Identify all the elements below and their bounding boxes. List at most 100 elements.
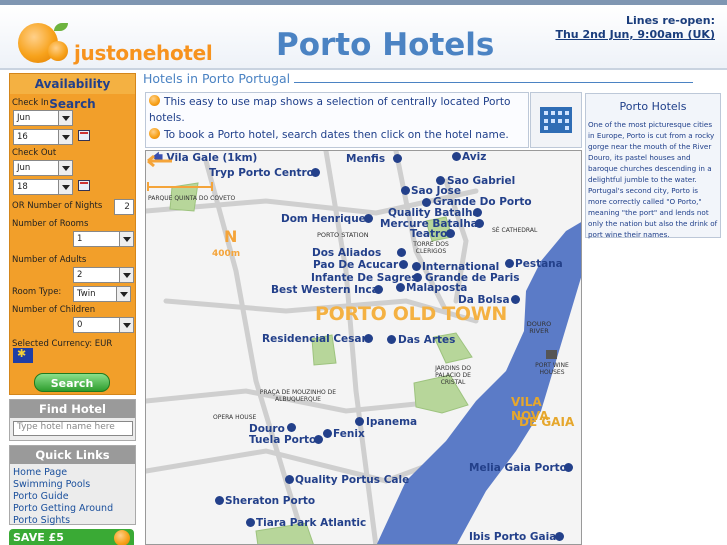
check-out-day-select[interactable]: 18 [13,179,73,195]
logo-text: justonehotel [74,41,213,65]
quick-link-getting-around[interactable]: Porto Getting Around [13,503,132,515]
hotel-quality-portus-cale[interactable]: Quality Portus Cale [295,474,409,486]
hotel-malaposta[interactable]: Malaposta [406,282,467,294]
availability-search-panel: Availability Search Check In Jun 16 Chec… [9,73,136,395]
chevron-down-icon [116,287,130,301]
hotel-das-artes[interactable]: Das Artes [398,334,455,346]
lines-notice: Lines re-open: Thu 2nd Jun, 9:00am (UK) [555,14,715,41]
room-type-label: Room Type: [12,287,62,297]
orange-small-icon [48,41,68,61]
promo-text: SAVE £5 [13,531,64,544]
hotel-melia-gaia-porto[interactable]: Melia Gaia Porto [469,462,567,474]
sidebar: Availability Search Check In Jun 16 Chec… [9,73,136,545]
hotel-marker[interactable] [475,219,484,228]
hotel-marker[interactable] [446,229,455,238]
quick-link-pools[interactable]: Swimming Pools [13,479,132,491]
nights-input[interactable]: 2 [114,199,134,215]
hotel-marker[interactable] [215,496,224,505]
hotel-menfis[interactable]: Menfis [346,153,385,165]
adults-label: Number of Adults [12,255,87,265]
hotel-marker[interactable] [355,417,364,426]
site-logo[interactable]: justonehotel [14,21,214,69]
place-parque-quinta: PARQUE QUINTA DO COVETO [148,195,236,202]
calendar-icon[interactable] [78,180,90,191]
leaf-icon [54,23,68,31]
hotel-tiara-park-atlantic[interactable]: Tiara Park Atlantic [256,517,366,529]
chevron-down-icon [119,232,133,246]
hotel-marker[interactable] [473,208,482,217]
info-text: One of the most picturesque cities in Eu… [588,120,718,239]
hotel-fenix[interactable]: Fenix [333,428,365,440]
chevron-down-icon [119,268,133,282]
find-hotel-panel: Find Hotel Type hotel name here [9,399,136,441]
old-town-label: PORTO OLD TOWN [315,303,507,325]
hotel-pao-de-acucar[interactable]: Pao De Acucar [313,259,398,271]
check-in-month-select[interactable]: Jun [13,110,73,126]
intro-line-2: To book a Porto hotel, search dates then… [164,129,509,141]
hotel-marker[interactable] [399,260,408,269]
quick-link-guide[interactable]: Porto Guide [13,491,132,503]
hotel-marker[interactable] [364,214,373,223]
hotel-marker[interactable] [374,285,383,294]
hotel-ibis-porto-gaia[interactable]: Ibis Porto Gaia [469,531,556,543]
hotel-marker[interactable] [397,248,406,257]
save-promo-banner[interactable]: SAVE £5 [9,529,134,545]
hotel-marker[interactable] [387,335,396,344]
hotel-marker[interactable] [452,152,461,161]
port-wine-icon [546,350,557,359]
check-in-day-select[interactable]: 16 [13,129,73,145]
hotel-name-input[interactable]: Type hotel name here [13,421,133,436]
hotel-marker[interactable] [246,518,255,527]
hotel-marker[interactable] [401,186,410,195]
hotel-residencial-cesar[interactable]: Residencial Cesar [262,333,367,345]
check-out-label: Check Out [12,148,57,158]
hotel-marker[interactable] [323,429,332,438]
hotel-marker[interactable] [285,475,294,484]
main-heading: Hotels in Porto Portugal [143,71,693,86]
hotel-best-western-inca[interactable]: Best Western Inca [271,284,379,296]
hotel-dos-aliados[interactable]: Dos Aliados [312,247,381,259]
orange-bullet-icon [149,95,160,106]
hotel-marker[interactable] [314,435,323,444]
hotel-marker[interactable] [311,168,320,177]
chevron-down-icon [58,130,72,144]
calendar-icon[interactable] [78,130,90,141]
hotel-tryp-porto-centro[interactable]: Tryp Porto Centro [209,167,314,179]
hotel-marker[interactable] [422,198,431,207]
hotel-ipanema[interactable]: Ipanema [366,416,417,428]
compass-north: N [224,227,238,246]
compass-scale [147,154,213,191]
hotel-marker[interactable] [396,283,405,292]
hotel-marker[interactable] [436,176,445,185]
eu-flag-icon[interactable] [13,347,33,363]
hotel-marker[interactable] [564,463,573,472]
place-port-wine-houses: PORT WINE HOUSES [535,362,569,376]
orange-bullet-icon [149,128,160,139]
notice-date-link[interactable]: Thu 2nd Jun, 9:00am (UK) [555,28,715,41]
check-out-month-select[interactable]: Jun [13,160,73,176]
search-button[interactable]: Search [34,373,110,392]
hotel-teatro[interactable]: Teatro [410,228,447,240]
adults-select[interactable]: 2 [73,267,134,283]
hotel-marker[interactable] [413,273,422,282]
hotel-marker[interactable] [555,532,564,541]
hotel-tuela-porto[interactable]: Tuela Porto [249,434,316,446]
rooms-select[interactable]: 1 [73,231,134,247]
place-douro-river: DOURO RIVER [526,320,552,335]
hotel-dom-henrique[interactable]: Dom Henrique [281,213,366,225]
hotel-marker[interactable] [412,262,421,271]
quick-link-home[interactable]: Home Page [13,467,132,479]
hotel-marker[interactable] [287,423,296,432]
hotel-marker[interactable] [511,295,520,304]
porto-info-box: Porto Hotels One of the most picturesque… [585,93,721,239]
room-type-select[interactable]: Twin [73,286,131,302]
quick-link-sights[interactable]: Porto Sights [13,515,132,527]
hotel-pestana[interactable]: Pestana [515,258,563,270]
children-select[interactable]: 0 [73,317,134,333]
hotel-marker[interactable] [393,154,402,163]
hotel-aviz[interactable]: Aviz [462,151,486,163]
hotel-marker[interactable] [505,259,514,268]
rooms-label: Number of Rooms [12,219,89,229]
hotel-sheraton-porto[interactable]: Sheraton Porto [225,495,315,507]
hotel-marker[interactable] [364,334,373,343]
